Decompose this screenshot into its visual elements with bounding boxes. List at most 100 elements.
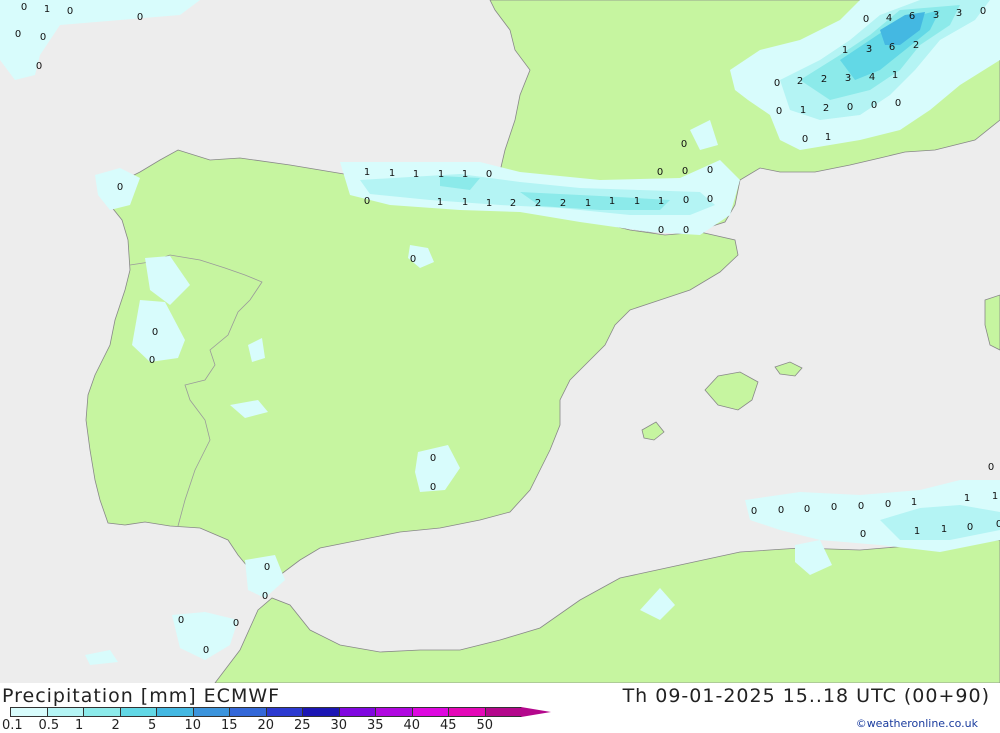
- value-label: 0: [707, 165, 713, 176]
- legend-label: 35: [367, 718, 384, 733]
- value-label: 0: [21, 2, 27, 13]
- value-label: 0: [657, 167, 663, 178]
- map-title: Precipitation [mm] ECMWF: [2, 685, 281, 707]
- value-label: 0: [486, 169, 492, 180]
- value-label: 0: [776, 106, 782, 117]
- value-label: 3: [933, 10, 939, 21]
- legend-label: 5: [148, 718, 157, 733]
- value-label: 2: [510, 198, 516, 209]
- legend-swatch: [156, 707, 194, 717]
- legend-swatch: [448, 707, 486, 717]
- legend-swatch: [375, 707, 413, 717]
- value-label: 0: [137, 12, 143, 23]
- legend-label: 45: [440, 718, 457, 733]
- value-label: 0: [988, 462, 994, 473]
- value-label: 1: [842, 45, 848, 56]
- value-label: 1: [964, 493, 970, 504]
- legend-swatch: [46, 707, 84, 717]
- value-label: 0: [152, 327, 158, 338]
- value-label: 1: [462, 169, 468, 180]
- value-label: 0: [15, 29, 21, 40]
- value-label: 0: [683, 225, 689, 236]
- value-label: 1: [437, 197, 443, 208]
- legend-label: 1: [75, 718, 84, 733]
- legend-label: 0.5: [38, 718, 60, 733]
- value-label: 0: [707, 194, 713, 205]
- value-label: 1: [911, 497, 917, 508]
- value-label: 1: [44, 4, 50, 15]
- value-label: 6: [889, 42, 895, 53]
- value-label: 0: [364, 196, 370, 207]
- legend-swatch: [302, 707, 340, 717]
- value-label: 0: [40, 32, 46, 43]
- legend-swatch: [338, 707, 376, 717]
- legend-label: 0.1: [2, 718, 23, 733]
- value-label: 1: [462, 197, 468, 208]
- legend-label: 20: [257, 718, 275, 733]
- value-label: 3: [845, 73, 851, 84]
- legend-swatch: [119, 707, 157, 717]
- value-label: 0: [885, 499, 891, 510]
- value-label: 0: [683, 195, 689, 206]
- legend-arrow: [521, 707, 551, 717]
- value-label: 0: [262, 591, 268, 602]
- value-label: 0: [178, 615, 184, 626]
- value-label: 4: [886, 13, 892, 24]
- value-label: 1: [914, 526, 920, 537]
- value-label: 0: [430, 453, 436, 464]
- value-label: 2: [913, 40, 919, 51]
- legend-label: 40: [403, 718, 421, 733]
- legend-swatch: [83, 707, 121, 717]
- value-label: 1: [389, 168, 395, 179]
- value-label: 1: [892, 70, 898, 81]
- value-label: 0: [778, 505, 784, 516]
- credit-link[interactable]: ©weatheronline.co.uk: [856, 717, 978, 730]
- precipitation-map: 0 1 0 0 0 0 0 0 0 0 0 0 0 0 0 0 0 0 1 1 1 1 1 0 0 1 1 1 2 2 2 1 1 1 1 0 0 0 0 0…: [0, 0, 1000, 683]
- footer-bar: Precipitation [mm] ECMWF Th 09-01-2025 1…: [0, 683, 1000, 733]
- value-label: 1: [941, 524, 947, 535]
- value-label: 3: [866, 44, 872, 55]
- value-label: 1: [413, 169, 419, 180]
- value-label: 0: [203, 645, 209, 656]
- value-label: 0: [681, 139, 687, 150]
- legend-label: 50: [476, 718, 494, 733]
- legend-swatch: [265, 707, 303, 717]
- value-label: 1: [658, 196, 664, 207]
- value-label: 0: [860, 529, 866, 540]
- value-label: 1: [486, 198, 492, 209]
- legend-label: 2: [111, 718, 120, 733]
- legend-swatch: [411, 707, 449, 717]
- value-label: 6: [909, 11, 915, 22]
- value-label: 1: [992, 491, 998, 502]
- legend-label: 25: [294, 718, 311, 733]
- value-label: 1: [609, 196, 615, 207]
- value-label: 0: [967, 522, 973, 533]
- value-label: 0: [871, 100, 877, 111]
- value-label: 2: [821, 74, 827, 85]
- value-label: 0: [802, 134, 808, 145]
- value-label: 0: [831, 502, 837, 513]
- value-label: 0: [117, 182, 123, 193]
- legend-label: 30: [330, 718, 348, 733]
- value-label: 0: [658, 225, 664, 236]
- value-label: 0: [996, 519, 1000, 530]
- legend-swatch: [229, 707, 267, 717]
- value-label: 2: [797, 76, 803, 87]
- legend-label: 10: [184, 718, 202, 733]
- value-label: 0: [751, 506, 757, 517]
- value-label: 0: [847, 102, 853, 113]
- value-label: 2: [535, 198, 541, 209]
- value-label: 1: [585, 198, 591, 209]
- value-label: 4: [869, 72, 875, 83]
- value-label: 1: [438, 169, 444, 180]
- legend-swatch: [10, 707, 48, 717]
- value-label: 0: [980, 6, 986, 17]
- legend-swatch: [192, 707, 230, 717]
- value-label: 2: [560, 198, 566, 209]
- value-label: 0: [774, 78, 780, 89]
- value-label: 0: [804, 504, 810, 515]
- value-label: 0: [895, 98, 901, 109]
- valid-time: Th 09-01-2025 15..18 UTC (00+90): [622, 685, 990, 707]
- value-label: 2: [823, 103, 829, 114]
- value-label: 0: [264, 562, 270, 573]
